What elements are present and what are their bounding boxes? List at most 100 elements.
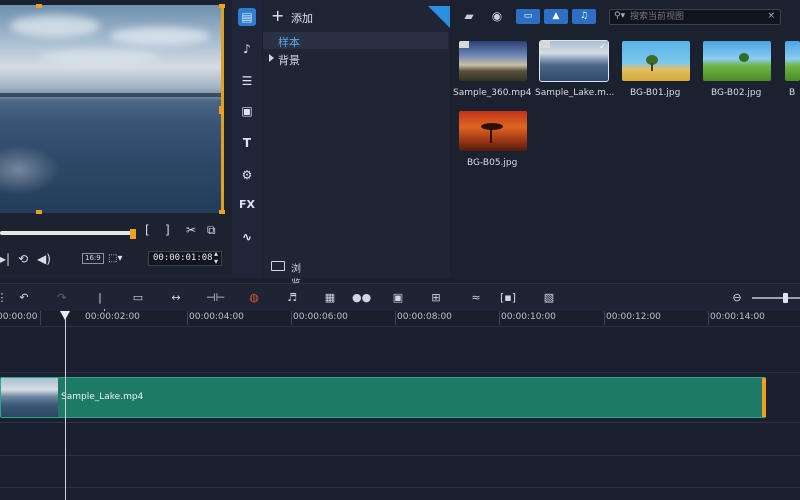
instant-project-icon[interactable]: ♪ bbox=[238, 40, 256, 58]
track-divider bbox=[0, 487, 800, 488]
clip-label: Sample_Lake.mp4 bbox=[61, 392, 144, 402]
ruler-label: 00:00:04:00 bbox=[189, 312, 244, 322]
search-input[interactable] bbox=[630, 11, 760, 23]
filter-video-button[interactable]: ▭ bbox=[516, 9, 540, 24]
thumbnail-bg-b02[interactable] bbox=[703, 41, 771, 81]
thumbnail-partial[interactable] bbox=[785, 41, 800, 81]
zoom-slider-knob[interactable] bbox=[783, 293, 788, 303]
clip-thumbnail bbox=[1, 378, 58, 417]
crop-handle-bottom[interactable] bbox=[36, 210, 42, 214]
crop-handle-top-right[interactable] bbox=[219, 4, 225, 8]
playhead-line[interactable] bbox=[65, 317, 66, 500]
timecode-stepper-icon[interactable]: ▴ ▾ bbox=[214, 250, 218, 266]
motion-tracking-icon[interactable]: ▦ bbox=[322, 290, 338, 306]
search-icon: ⚲▾ bbox=[614, 11, 626, 21]
next-frame-icon[interactable]: ▸| bbox=[0, 252, 10, 266]
preview-cloud bbox=[10, 15, 100, 37]
media-icon[interactable]: ▤ bbox=[238, 8, 256, 26]
trim-icon[interactable]: ⊣⊢ bbox=[206, 290, 225, 306]
tree-trunk-shape bbox=[651, 63, 653, 71]
ruler-tick bbox=[395, 311, 396, 325]
thumbnail-label: BG-B05.jpg bbox=[467, 158, 518, 168]
preview-glint bbox=[0, 145, 60, 195]
title-icon[interactable]: T bbox=[238, 134, 256, 152]
multicam-icon[interactable]: ●● bbox=[352, 290, 371, 306]
browse-icon bbox=[271, 261, 285, 271]
fx-icon[interactable]: FX bbox=[238, 196, 256, 214]
add-folder-row[interactable]: + 添加 bbox=[263, 6, 450, 28]
filter-audio-button[interactable]: ♫ bbox=[572, 9, 596, 24]
add-folder-label[interactable]: 添加 bbox=[291, 10, 313, 26]
track-divider bbox=[0, 372, 800, 373]
tree-item-background[interactable]: 背景 bbox=[263, 51, 448, 67]
preview-scrubber[interactable] bbox=[0, 231, 134, 235]
thumbnail-label: Sample_Lake.m... bbox=[535, 88, 615, 98]
checkmark-icon: ✓ bbox=[599, 42, 606, 51]
split-clip-icon[interactable]: ✂ bbox=[186, 223, 196, 237]
resize-icon[interactable]: ▭ bbox=[130, 290, 146, 306]
split-screen-icon[interactable]: ⊞ bbox=[428, 290, 444, 306]
path-icon[interactable]: ∿ bbox=[238, 228, 256, 246]
preview-cloud bbox=[40, 49, 160, 63]
timeline-clip-sample-lake[interactable]: Sample_Lake.mp4 bbox=[0, 377, 766, 418]
thumbnail-bg-b05[interactable] bbox=[459, 111, 527, 151]
thumbnail-sample-lake[interactable]: ✓ bbox=[539, 40, 609, 82]
ruler-label: 00:00:08:00 bbox=[397, 312, 452, 322]
track-divider bbox=[0, 455, 800, 456]
audio-mixer-icon[interactable]: ♬ bbox=[284, 290, 300, 306]
title-template-icon[interactable]: ☰ bbox=[238, 72, 256, 90]
video-editor-window: [ ] ✂ ⧉ ▸| ⟲ ◀) 16:9 ⬚▾ 00:00:01:08 ▴ ▾ ▤… bbox=[0, 0, 800, 500]
timecode-display[interactable]: 00:00:01:08 bbox=[148, 251, 222, 266]
redo-icon[interactable]: ↷ bbox=[54, 290, 70, 306]
mark-out-button[interactable]: ] bbox=[165, 223, 170, 237]
zoom-out-icon[interactable]: ⊖ bbox=[729, 290, 745, 306]
transition-icon[interactable]: ⚙ bbox=[238, 166, 256, 184]
subtitle-icon[interactable]: ▣ bbox=[238, 102, 256, 120]
search-box[interactable]: ⚲▾ × bbox=[609, 9, 781, 25]
pin-corner-icon[interactable] bbox=[428, 6, 450, 28]
ruler-tick bbox=[604, 311, 605, 325]
aspect-ratio-button[interactable]: 16:9 bbox=[82, 253, 104, 264]
crop-handle-bottom-right[interactable] bbox=[219, 210, 225, 214]
preview-video[interactable] bbox=[0, 5, 224, 213]
expand-arrow-icon[interactable] bbox=[269, 54, 274, 62]
clip-trim-handle[interactable] bbox=[762, 378, 766, 417]
record-capture-icon[interactable]: ◉ bbox=[489, 8, 505, 24]
playhead-handle[interactable] bbox=[60, 311, 70, 320]
mask-creator-icon[interactable]: ▧ bbox=[541, 290, 557, 306]
preview-shoreline bbox=[0, 93, 224, 97]
crop-handle-right[interactable] bbox=[219, 106, 224, 114]
tree-shape bbox=[739, 53, 749, 62]
speed-icon[interactable]: ≈ bbox=[468, 290, 484, 306]
smart-package-icon[interactable]: [▪] bbox=[500, 290, 516, 306]
filter-photo-button[interactable]: ▲ bbox=[544, 9, 568, 24]
repeat-icon[interactable]: ⟲ bbox=[18, 252, 28, 266]
ruler-label: 00:00:14:00 bbox=[710, 312, 765, 322]
track-manager-icon[interactable]: ⋮ bbox=[0, 290, 10, 306]
import-folder-icon[interactable]: ▰ bbox=[461, 8, 477, 24]
timeline-ruler[interactable]: 00:00:00 00:00:02:00 00:00:04:00 00:00:0… bbox=[0, 311, 800, 327]
snapshot-icon[interactable]: ⧉ bbox=[207, 223, 216, 237]
fullscreen-icon[interactable]: ⬚▾ bbox=[108, 252, 122, 266]
fit-project-icon[interactable]: |↔| bbox=[92, 290, 108, 320]
subtitle-editor-icon[interactable]: ▣ bbox=[390, 290, 406, 306]
library-tree-panel: + 添加 样本 背景 浏览 bbox=[263, 0, 450, 290]
crop-handle-top[interactable] bbox=[36, 4, 42, 8]
record-icon[interactable]: ◍ bbox=[246, 290, 262, 306]
ruler-label: 00:00:10:00 bbox=[501, 312, 556, 322]
tree-item-label: 背景 bbox=[278, 54, 300, 67]
mark-in-button[interactable]: [ bbox=[145, 223, 150, 237]
thumbnail-sample-360[interactable] bbox=[459, 41, 527, 81]
undo-icon[interactable]: ↶ bbox=[16, 290, 32, 306]
thumbnail-label: BG-B01.jpg bbox=[630, 88, 681, 98]
scrubber-end-marker[interactable] bbox=[130, 229, 136, 239]
zoom-slider[interactable] bbox=[752, 297, 800, 299]
expand-track-icon[interactable]: ↔ bbox=[168, 290, 184, 306]
ruler-tick bbox=[291, 311, 292, 325]
clear-search-icon[interactable]: × bbox=[767, 11, 775, 21]
add-icon[interactable]: + bbox=[271, 8, 284, 24]
tree-trunk-shape bbox=[490, 129, 492, 143]
thumbnail-bg-b01[interactable] bbox=[622, 41, 690, 81]
volume-icon[interactable]: ◀) bbox=[37, 252, 51, 266]
tree-item-sample[interactable]: 样本 bbox=[263, 32, 448, 49]
